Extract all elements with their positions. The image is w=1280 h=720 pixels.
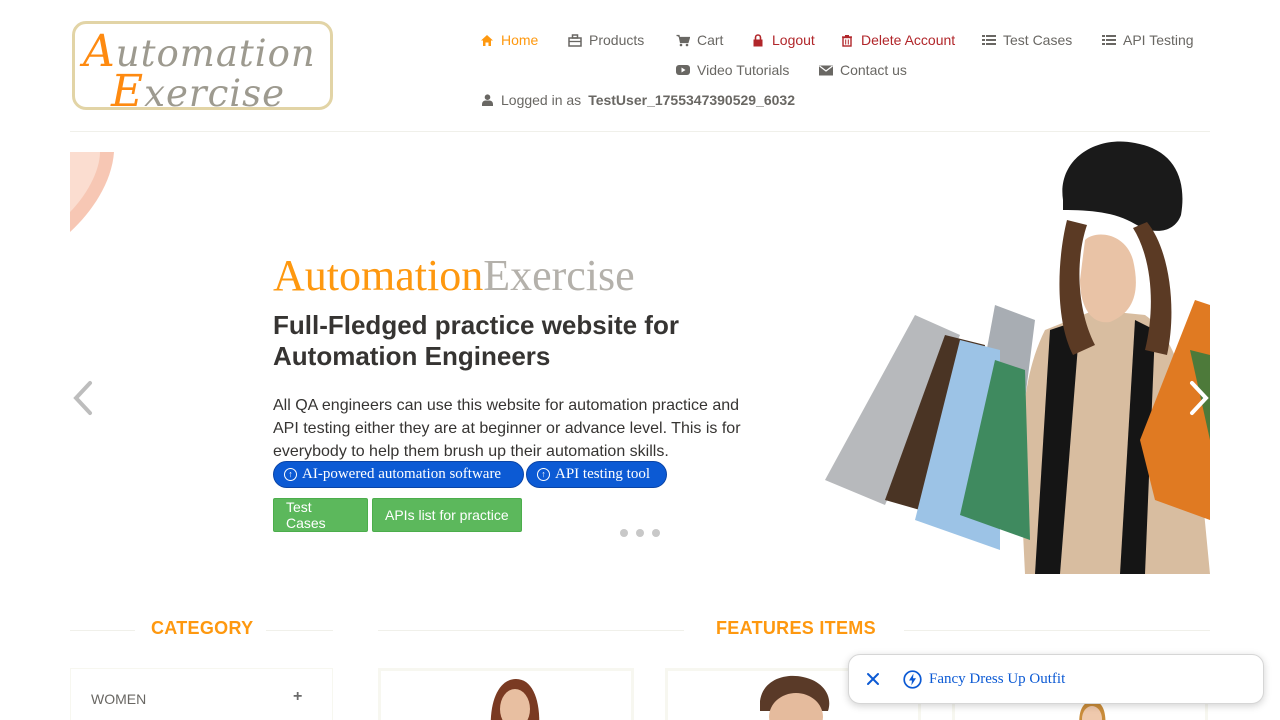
features-items-heading: FEATURES ITEMS <box>716 618 876 638</box>
test-cases-button[interactable]: Test Cases <box>273 498 368 532</box>
hero-model-with-shopping-bags-image <box>825 141 1210 574</box>
cart-icon <box>676 33 690 47</box>
nav-contact-us-label: Contact us <box>840 62 907 78</box>
nav-logout[interactable]: Logout <box>751 32 815 48</box>
carousel-prev-arrow-icon[interactable] <box>70 378 96 418</box>
nav-test-cases[interactable]: Test Cases <box>982 32 1072 48</box>
carousel-indicator[interactable] <box>620 529 628 537</box>
product-card <box>378 668 634 720</box>
plus-icon[interactable]: + <box>293 688 302 706</box>
nav-video-tutorials[interactable]: Video Tutorials <box>676 62 789 78</box>
nav-api-testing-label: API Testing <box>1123 32 1194 48</box>
nav-products-label: Products <box>589 32 645 48</box>
slide-description: All QA engineers can use this website fo… <box>273 397 741 460</box>
header-divider <box>70 131 1210 132</box>
api-testing-tool-pill-label: API testing tool <box>555 466 651 482</box>
api-testing-tool-pill-button[interactable]: ↑ API testing tool <box>526 461 667 488</box>
youtube-icon <box>676 63 690 77</box>
arrow-circle-icon: ↑ <box>537 468 550 481</box>
list-icon <box>1102 33 1116 47</box>
logo-text: xercise <box>144 72 286 110</box>
close-icon[interactable] <box>863 669 883 689</box>
nav-delete-account[interactable]: Delete Account <box>840 32 955 48</box>
features-divider-right <box>904 630 1210 631</box>
carousel-next-arrow-icon[interactable] <box>1186 378 1212 418</box>
category-item-women[interactable]: WOMEN <box>91 691 146 707</box>
nav-logout-label: Logout <box>772 32 815 48</box>
trash-icon <box>840 33 854 47</box>
toast-link[interactable]: Fancy Dress Up Outfit <box>929 671 1065 688</box>
product-image <box>490 679 540 720</box>
features-divider-left <box>378 630 684 631</box>
category-divider-right <box>266 630 333 631</box>
carousel-indicator[interactable] <box>636 529 644 537</box>
promo-toast: Fancy Dress Up Outfit <box>848 654 1264 704</box>
logo-letter: E <box>111 66 145 110</box>
carousel-indicator[interactable] <box>652 529 660 537</box>
apis-list-button[interactable]: APIs list for practice <box>372 498 522 532</box>
nav-test-cases-label: Test Cases <box>1003 32 1073 48</box>
logged-in-status: Logged in as TestUser_1755347390529_6032 <box>480 92 795 108</box>
nav-cart[interactable]: Cart <box>676 32 723 48</box>
home-icon <box>480 33 494 47</box>
arrow-circle-icon: ↑ <box>284 468 297 481</box>
category-divider-left <box>70 630 135 631</box>
previous-slide-peek <box>70 152 114 232</box>
ai-automation-pill-button[interactable]: ↑ AI-powered automation software <box>273 461 524 488</box>
nav-home[interactable]: Home <box>480 32 538 48</box>
site-logo[interactable]: Automation Exercise <box>72 21 333 110</box>
nav-delete-account-label: Delete Account <box>861 32 956 48</box>
username: TestUser_1755347390529_6032 <box>588 92 796 108</box>
nav-home-label: Home <box>501 32 539 48</box>
ai-automation-pill-label: AI-powered automation software <box>302 466 502 482</box>
category-heading: CATEGORY <box>151 618 254 638</box>
products-icon <box>568 33 582 47</box>
carousel-indicators <box>620 529 660 537</box>
nav-video-tutorials-label: Video Tutorials <box>697 62 790 78</box>
lightning-bolt-icon <box>903 670 922 689</box>
user-icon <box>480 93 494 107</box>
nav-cart-label: Cart <box>697 32 724 48</box>
lock-icon <box>751 33 765 47</box>
slide-heading: Full-Fledged practice website for Automa… <box>273 310 679 371</box>
nav-contact-us[interactable]: Contact us <box>819 62 907 78</box>
nav-products[interactable]: Products <box>568 32 644 48</box>
slide-brand-title: AutomationExercise <box>273 251 635 300</box>
logged-in-label: Logged in as <box>501 92 582 108</box>
nav-api-testing[interactable]: API Testing <box>1102 32 1194 48</box>
list-icon <box>982 33 996 47</box>
envelope-icon <box>819 63 833 77</box>
